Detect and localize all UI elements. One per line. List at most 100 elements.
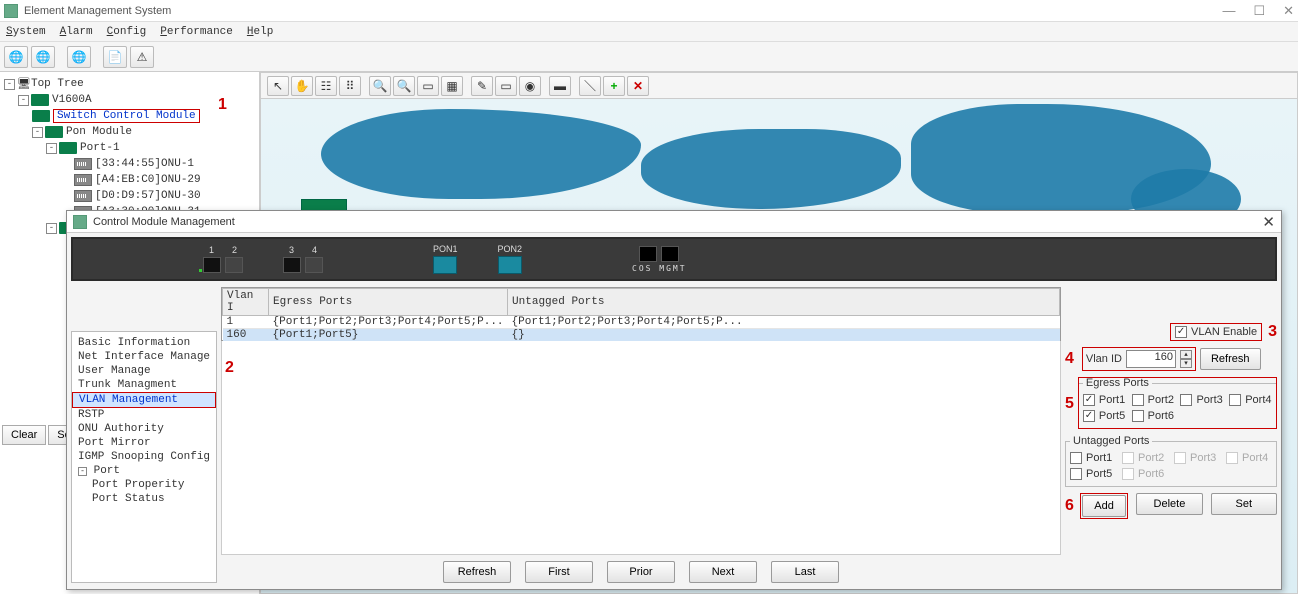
- port-4-icon[interactable]: [305, 257, 323, 273]
- tool-warn-icon[interactable]: ⚠: [130, 46, 154, 68]
- tool-globe-plus-icon[interactable]: 🌐: [4, 46, 28, 68]
- prior-button[interactable]: Prior: [607, 561, 675, 583]
- untag-port4: Port4: [1226, 452, 1272, 464]
- menu-performance[interactable]: Performance: [160, 26, 233, 38]
- add-icon[interactable]: +: [603, 76, 625, 96]
- col-egress[interactable]: Egress Ports: [269, 289, 508, 316]
- delete-button[interactable]: Delete: [1136, 493, 1202, 515]
- table-empty-area: [221, 341, 1061, 555]
- port-2-icon[interactable]: [225, 257, 243, 273]
- refresh-cfg-button[interactable]: Refresh: [1200, 348, 1261, 370]
- app-icon: [4, 4, 18, 18]
- menu-vlan[interactable]: VLAN Management: [72, 392, 216, 408]
- device-icon[interactable]: ▬: [549, 76, 571, 96]
- menu-onuauth[interactable]: ONU Authority: [72, 422, 216, 436]
- close-button[interactable]: ✕: [1283, 3, 1294, 19]
- vlan-id-input[interactable]: 160: [1126, 350, 1176, 368]
- draw3-icon[interactable]: ◉: [519, 76, 541, 96]
- tree-root[interactable]: -🖥 Top Tree: [4, 76, 255, 92]
- modal-icon: [73, 215, 87, 229]
- minimize-button[interactable]: —: [1222, 3, 1235, 19]
- port-1-icon[interactable]: [203, 257, 221, 273]
- set-cfg-button[interactable]: Set: [1211, 493, 1277, 515]
- port-group-3-4: 34: [283, 245, 323, 273]
- untagged-ports-fieldset: Untagged Ports Port1 Port2 Port3 Port4 P…: [1065, 435, 1277, 487]
- col-untag[interactable]: Untagged Ports: [508, 289, 1060, 316]
- hand-icon[interactable]: ✋: [291, 76, 313, 96]
- menu-user[interactable]: User Manage: [72, 364, 216, 378]
- group-icon[interactable]: ⠿: [339, 76, 361, 96]
- tool-globe2-icon[interactable]: 🌐: [67, 46, 91, 68]
- draw2-icon[interactable]: ▭: [495, 76, 517, 96]
- maximize-button[interactable]: ☐: [1253, 3, 1265, 19]
- egress-port1[interactable]: Port1: [1083, 394, 1126, 406]
- col-vlan-id[interactable]: Vlan I: [223, 289, 269, 316]
- delete-icon[interactable]: ✕: [627, 76, 649, 96]
- untag-port2: Port2: [1122, 452, 1168, 464]
- menu-netif[interactable]: Net Interface Manage: [72, 350, 216, 364]
- egress-port4[interactable]: Port4: [1229, 394, 1272, 406]
- tree-onu29[interactable]: [A4:EB:C0]ONU-29: [4, 172, 255, 188]
- table-row[interactable]: 1 {Port1;Port2;Port3;Port4;Port5;P... {P…: [223, 316, 1060, 329]
- pon2-group: PON2: [498, 244, 523, 274]
- egress-port6[interactable]: Port6: [1132, 410, 1175, 422]
- last-button[interactable]: Last: [771, 561, 839, 583]
- port-3-icon[interactable]: [283, 257, 301, 273]
- modal-close-button[interactable]: ✕: [1262, 213, 1275, 231]
- main-toolbar: 🌐 🌐 🌐 📄 ⚠: [0, 42, 1298, 72]
- pon2-icon[interactable]: [498, 256, 522, 274]
- egress-port2[interactable]: Port2: [1132, 394, 1175, 406]
- grid-icon[interactable]: ▦: [441, 76, 463, 96]
- tool-globe-icon[interactable]: 🌐: [31, 46, 55, 68]
- line-icon[interactable]: ＼: [579, 76, 601, 96]
- device-strip: 12 34 PON1 PON2 COS MGMT: [71, 237, 1277, 281]
- first-button[interactable]: First: [525, 561, 593, 583]
- tree-pon-module[interactable]: -Pon Module: [4, 124, 255, 140]
- menu-rstp[interactable]: RSTP: [72, 408, 216, 422]
- tree2-icon[interactable]: ☷: [315, 76, 337, 96]
- table-row[interactable]: 160 {Port1;Port5} {}: [223, 329, 1060, 342]
- menu-system[interactable]: System: [6, 26, 46, 38]
- port-group-1-2: 12: [203, 245, 243, 273]
- menu-config[interactable]: Config: [107, 26, 147, 38]
- draw1-icon[interactable]: ✎: [471, 76, 493, 96]
- tree-onu1[interactable]: [33:44:55]ONU-1: [4, 156, 255, 172]
- cos-port-icon[interactable]: [639, 246, 657, 262]
- untag-legend: Untagged Ports: [1070, 435, 1152, 447]
- vlan-table[interactable]: Vlan I Egress Ports Untagged Ports 1 {Po…: [221, 287, 1061, 341]
- menu-alarm[interactable]: Alarm: [60, 26, 93, 38]
- untag-port1[interactable]: Port1: [1070, 452, 1116, 464]
- tree-onu30[interactable]: [D0:D9:57]ONU-30: [4, 188, 255, 204]
- clear-button[interactable]: Clear: [2, 425, 46, 445]
- egress-port3[interactable]: Port3: [1180, 394, 1223, 406]
- callout-4: 4: [1065, 350, 1074, 368]
- vlan-id-spinner[interactable]: ▴▾: [1180, 350, 1192, 368]
- egress-port5[interactable]: Port5: [1083, 410, 1126, 422]
- menu-igmp[interactable]: IGMP Snooping Config: [72, 450, 216, 464]
- refresh-button[interactable]: Refresh: [443, 561, 511, 583]
- menu-mirror[interactable]: Port Mirror: [72, 436, 216, 450]
- tool-doc-icon[interactable]: 📄: [103, 46, 127, 68]
- untag-port5[interactable]: Port5: [1070, 468, 1116, 480]
- table-nav: Refresh First Prior Next Last: [221, 555, 1061, 583]
- zoom-out-icon[interactable]: 🔍: [393, 76, 415, 96]
- vlan-enable-checkbox[interactable]: [1175, 326, 1187, 338]
- menu-trunk[interactable]: Trunk Managment: [72, 378, 216, 392]
- next-button[interactable]: Next: [689, 561, 757, 583]
- add-button[interactable]: Add: [1082, 495, 1126, 517]
- mgmt-port-icon[interactable]: [661, 246, 679, 262]
- modal-title-text: Control Module Management: [93, 216, 235, 228]
- zoom-in-icon[interactable]: 🔍: [369, 76, 391, 96]
- menu-port-group[interactable]: - Port: [72, 464, 216, 478]
- tree-port1[interactable]: -Port-1: [4, 140, 255, 156]
- menu-port-status[interactable]: Port Status: [72, 492, 216, 506]
- menu-help[interactable]: Help: [247, 26, 273, 38]
- mgmt-group: COS MGMT: [632, 246, 687, 273]
- fit-icon[interactable]: ▭: [417, 76, 439, 96]
- pon1-icon[interactable]: [433, 256, 457, 274]
- menu-basic-info[interactable]: Basic Information: [72, 336, 216, 350]
- vlan-config-panel: VLAN Enable 3 4 Vlan ID 160 ▴▾ Refresh 5…: [1065, 287, 1277, 583]
- cursor-icon[interactable]: ↖: [267, 76, 289, 96]
- callout-5: 5: [1065, 395, 1074, 413]
- menu-port-prop[interactable]: Port Properity: [72, 478, 216, 492]
